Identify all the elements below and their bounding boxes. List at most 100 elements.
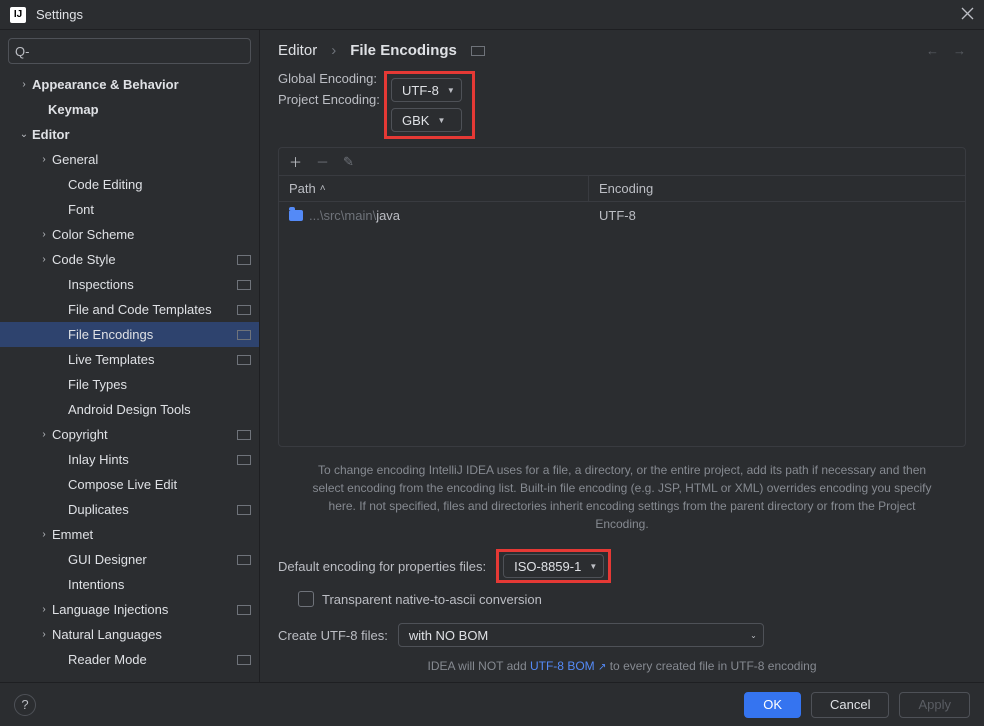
- add-icon[interactable]: ＋: [289, 152, 302, 171]
- tree-item-label: Font: [68, 202, 251, 217]
- tree-item-label: Code Editing: [68, 177, 251, 192]
- tree-item[interactable]: File Encodings: [0, 322, 259, 347]
- tree-item-label: Editor: [32, 127, 251, 142]
- tree-item-label: General: [52, 152, 251, 167]
- tree-item-label: Inlay Hints: [68, 452, 237, 467]
- project-encoding-label: Project Encoding:: [278, 92, 388, 107]
- tree-item[interactable]: Inlay Hints: [0, 447, 259, 472]
- tree-item[interactable]: Compose Live Edit: [0, 472, 259, 497]
- scope-icon: [237, 305, 251, 315]
- tree-item-label: Keymap: [48, 102, 251, 117]
- scope-icon: [237, 655, 251, 665]
- tree-item-label: Emmet: [52, 527, 251, 542]
- scope-icon: [237, 605, 251, 615]
- create-utf8-combo[interactable]: with NO BOM ⌄: [398, 623, 764, 647]
- breadcrumb-sep: ›: [331, 42, 336, 59]
- apply-button[interactable]: Apply: [899, 692, 970, 718]
- tree-item[interactable]: File and Code Templates: [0, 297, 259, 322]
- encoding-table: ＋ － ✎ Path ˄ Encoding ...\src\main\javaU…: [278, 147, 966, 447]
- tree-item[interactable]: ⌄Editor: [0, 122, 259, 147]
- tree-item[interactable]: Inspections: [0, 272, 259, 297]
- table-toolbar: ＋ － ✎: [279, 148, 965, 176]
- tree-item-label: File Types: [68, 377, 251, 392]
- edit-icon[interactable]: ✎: [343, 154, 354, 170]
- project-encoding-combo[interactable]: GBK ▼: [391, 108, 462, 132]
- props-encoding-label: Default encoding for properties files:: [278, 559, 486, 574]
- tree-item-label: Color Scheme: [52, 227, 251, 242]
- encoding-highlight: UTF-8 ▼ GBK ▼: [384, 71, 475, 139]
- tree-item[interactable]: Live Templates: [0, 347, 259, 372]
- scope-icon: [237, 280, 251, 290]
- help-icon[interactable]: ?: [14, 694, 36, 716]
- scope-icon: [237, 355, 251, 365]
- scope-icon: [237, 505, 251, 515]
- tree-item[interactable]: ›Appearance & Behavior: [0, 72, 259, 97]
- table-row[interactable]: ...\src\main\javaUTF-8: [279, 202, 965, 228]
- col-path[interactable]: Path ˄: [279, 176, 589, 201]
- tree-item[interactable]: ›General: [0, 147, 259, 172]
- props-encoding-combo[interactable]: ISO-8859-1 ▼: [503, 554, 604, 578]
- col-encoding[interactable]: Encoding: [589, 181, 965, 196]
- tree-item-label: File Encodings: [68, 327, 237, 342]
- chevron-down-icon: ▼: [447, 86, 455, 95]
- encoding-hint: To change encoding IntelliJ IDEA uses fo…: [278, 455, 966, 535]
- create-utf8-label: Create UTF-8 files:: [278, 628, 388, 643]
- bom-link[interactable]: UTF-8 BOM ↗: [530, 659, 606, 673]
- chevron-icon: ›: [36, 629, 52, 640]
- tree-item-label: Android Design Tools: [68, 402, 251, 417]
- tree-item-label: Live Templates: [68, 352, 237, 367]
- tree-item-label: Copyright: [52, 427, 237, 442]
- scope-icon: [237, 255, 251, 265]
- chevron-down-icon: ⌄: [750, 631, 757, 640]
- chevron-icon: ›: [16, 79, 32, 90]
- search-field[interactable]: [33, 44, 244, 59]
- remove-icon[interactable]: －: [316, 152, 329, 171]
- folder-icon: [289, 210, 303, 221]
- close-icon[interactable]: [961, 7, 974, 23]
- forward-icon[interactable]: →: [953, 43, 966, 58]
- chevron-icon: ⌄: [16, 129, 32, 140]
- content: Editor › File Encodings ← → Global Encod…: [260, 30, 984, 682]
- tree-item[interactable]: ›Color Scheme: [0, 222, 259, 247]
- ok-button[interactable]: OK: [744, 692, 801, 718]
- transparent-label: Transparent native-to-ascii conversion: [322, 592, 542, 607]
- cancel-button[interactable]: Cancel: [811, 692, 889, 718]
- tree-item-label: Inspections: [68, 277, 237, 292]
- tree-item[interactable]: GUI Designer: [0, 547, 259, 572]
- tree-item[interactable]: Duplicates: [0, 497, 259, 522]
- scope-icon: [237, 430, 251, 440]
- tree-item[interactable]: Keymap: [0, 97, 259, 122]
- tree-item[interactable]: ›Language Injections: [0, 597, 259, 622]
- tree-item[interactable]: ›Emmet: [0, 522, 259, 547]
- nav-arrows: ← →: [926, 43, 966, 58]
- tree-item[interactable]: ›Natural Languages: [0, 622, 259, 647]
- tree-item[interactable]: File Types: [0, 372, 259, 397]
- tree-item[interactable]: Code Editing: [0, 172, 259, 197]
- tree-item[interactable]: Reader Mode: [0, 647, 259, 672]
- chevron-icon: ›: [36, 604, 52, 615]
- tree-item[interactable]: ›Copyright: [0, 422, 259, 447]
- tree-item[interactable]: Android Design Tools: [0, 397, 259, 422]
- bom-note: IDEA will NOT add UTF-8 BOM ↗ to every c…: [278, 655, 966, 673]
- tree-item[interactable]: Font: [0, 197, 259, 222]
- tree-item-label: Intentions: [68, 577, 251, 592]
- tree-item-label: GUI Designer: [68, 552, 237, 567]
- sort-asc-icon: ˄: [320, 183, 326, 194]
- search-input[interactable]: Q-: [8, 38, 251, 64]
- tree-item-label: Code Style: [52, 252, 237, 267]
- table-body: ...\src\main\javaUTF-8: [279, 202, 965, 228]
- tree-item[interactable]: Intentions: [0, 572, 259, 597]
- back-icon[interactable]: ←: [926, 43, 939, 58]
- tree-item-label: File and Code Templates: [68, 302, 237, 317]
- tree-item-label: Reader Mode: [68, 652, 237, 667]
- breadcrumb-parent[interactable]: Editor: [278, 42, 317, 59]
- transparent-checkbox[interactable]: [298, 591, 314, 607]
- chevron-down-icon: ▼: [589, 562, 597, 571]
- tree-item-label: Compose Live Edit: [68, 477, 251, 492]
- chevron-icon: ›: [36, 429, 52, 440]
- window-title: Settings: [36, 7, 961, 22]
- tree-item[interactable]: ›Code Style: [0, 247, 259, 272]
- props-encoding-highlight: ISO-8859-1 ▼: [496, 549, 611, 583]
- transparent-checkbox-row[interactable]: Transparent native-to-ascii conversion: [278, 591, 966, 607]
- global-encoding-combo[interactable]: UTF-8 ▼: [391, 78, 462, 102]
